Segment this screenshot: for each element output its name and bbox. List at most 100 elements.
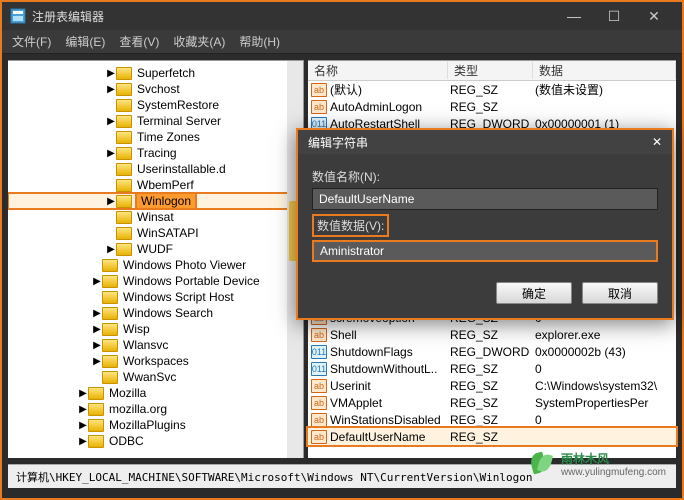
value-type-icon: ab xyxy=(311,379,327,393)
tree-item[interactable]: ▶Workspaces xyxy=(8,353,303,369)
tree-item[interactable]: ▶WUDF xyxy=(8,241,303,257)
folder-icon xyxy=(102,259,118,272)
value-data-input[interactable]: Aministrator xyxy=(312,240,658,262)
value-name: DefaultUserName xyxy=(330,430,450,444)
expand-arrow-icon[interactable]: ▶ xyxy=(78,420,88,431)
close-button[interactable]: ✕ xyxy=(634,2,674,30)
menu-edit[interactable]: 编辑(E) xyxy=(65,33,105,50)
value-data: 0x0000002b (43) xyxy=(535,345,676,359)
expand-arrow-icon[interactable]: ▶ xyxy=(92,308,102,319)
minimize-button[interactable]: — xyxy=(554,2,594,30)
menu-help[interactable]: 帮助(H) xyxy=(239,33,280,50)
tree-label: Windows Search xyxy=(121,306,215,320)
tree-item[interactable]: Time Zones xyxy=(8,129,303,145)
folder-icon xyxy=(88,403,104,416)
tree-item[interactable]: ▶ Windows Search xyxy=(8,305,303,321)
dialog-title-text: 编辑字符串 xyxy=(308,134,368,151)
tree-item[interactable]: ▶Superfetch xyxy=(8,65,303,81)
tree-item[interactable]: ▶ Windows Portable Device xyxy=(8,273,303,289)
tree-label: Windows Portable Device xyxy=(121,274,262,288)
value-type: REG_SZ xyxy=(450,362,535,376)
value-type: REG_SZ xyxy=(450,396,535,410)
col-type[interactable]: 类型 xyxy=(448,62,533,79)
tree-item[interactable]: WinSATAPI xyxy=(8,225,303,241)
tree-item[interactable]: ▶MozillaPlugins xyxy=(8,417,303,433)
list-row[interactable]: abShellREG_SZexplorer.exe xyxy=(308,326,676,343)
expand-arrow-icon[interactable]: ▶ xyxy=(92,356,102,367)
list-row[interactable]: 011ShutdownFlagsREG_DWORD0x0000002b (43) xyxy=(308,343,676,360)
tree-item[interactable]: ▶Winlogon xyxy=(8,193,303,209)
value-type-icon: ab xyxy=(311,396,327,410)
menubar: 文件(F) 编辑(E) 查看(V) 收藏夹(A) 帮助(H) xyxy=(2,30,682,54)
expand-arrow-icon[interactable]: ▶ xyxy=(78,436,88,447)
menu-view[interactable]: 查看(V) xyxy=(119,33,159,50)
tree-item[interactable]: Windows Photo Viewer xyxy=(8,257,303,273)
expand-arrow-icon[interactable]: ▶ xyxy=(92,276,102,287)
value-type-icon: 011 xyxy=(311,345,327,359)
expand-arrow-icon[interactable]: ▶ xyxy=(92,324,102,335)
menu-favorites[interactable]: 收藏夹(A) xyxy=(173,33,225,50)
menu-file[interactable]: 文件(F) xyxy=(12,33,51,50)
tree-item[interactable]: ▶Tracing xyxy=(8,145,303,161)
list-row[interactable]: abDefaultUserNameREG_SZ xyxy=(308,428,676,445)
value-type-icon: ab xyxy=(311,430,327,444)
value-type: REG_SZ xyxy=(450,430,535,444)
tree-item[interactable]: ▶Svchost xyxy=(8,81,303,97)
tree-label: SystemRestore xyxy=(135,98,221,112)
tree-item[interactable]: ▶Terminal Server xyxy=(8,113,303,129)
list-row[interactable]: 011ShutdownWithoutL..REG_SZ0 xyxy=(308,360,676,377)
list-row[interactable]: abWinStationsDisabledREG_SZ0 xyxy=(308,411,676,428)
folder-icon xyxy=(116,67,132,80)
tree-item[interactable]: ▶Mozilla xyxy=(8,385,303,401)
folder-icon xyxy=(116,131,132,144)
list-row[interactable]: abVMAppletREG_SZSystemPropertiesPer xyxy=(308,394,676,411)
ok-button[interactable]: 确定 xyxy=(496,282,572,304)
value-data: 0 xyxy=(535,413,676,427)
list-row[interactable]: abUserinitREG_SZC:\Windows\system32\ xyxy=(308,377,676,394)
app-icon xyxy=(10,8,26,24)
expand-arrow-icon[interactable]: ▶ xyxy=(106,244,116,255)
tree-item[interactable]: Windows Script Host xyxy=(8,289,303,305)
tree-item[interactable]: Winsat xyxy=(8,209,303,225)
value-type: REG_SZ xyxy=(450,100,535,114)
folder-icon xyxy=(116,147,132,160)
tree-item[interactable]: ▶Wlansvc xyxy=(8,337,303,353)
folder-icon xyxy=(102,371,118,384)
folder-icon xyxy=(102,355,118,368)
tree-label: Windows Script Host xyxy=(121,290,236,304)
value-type: REG_SZ xyxy=(450,328,535,342)
folder-icon xyxy=(88,387,104,400)
list-row[interactable]: ab(默认)REG_SZ(数值未设置) xyxy=(308,81,676,98)
list-header: 名称 类型 数据 xyxy=(308,61,676,81)
folder-icon xyxy=(116,99,132,112)
expand-arrow-icon[interactable]: ▶ xyxy=(106,84,116,95)
dialog-close-icon[interactable]: ✕ xyxy=(652,135,662,149)
expand-arrow-icon[interactable]: ▶ xyxy=(106,148,116,159)
tree-item[interactable]: SystemRestore xyxy=(8,97,303,113)
folder-icon xyxy=(116,227,132,240)
cancel-button[interactable]: 取消 xyxy=(582,282,658,304)
expand-arrow-icon[interactable]: ▶ xyxy=(106,196,116,207)
folder-icon xyxy=(102,275,118,288)
tree-item[interactable]: ▶Wisp xyxy=(8,321,303,337)
expand-arrow-icon[interactable]: ▶ xyxy=(78,404,88,415)
tree-item[interactable]: ▶ODBC xyxy=(8,433,303,449)
leaf-icon xyxy=(529,451,555,477)
list-row[interactable]: abAutoAdminLogonREG_SZ xyxy=(308,98,676,115)
value-data-label: 数值数据(V): xyxy=(312,214,389,237)
expand-arrow-icon[interactable]: ▶ xyxy=(78,388,88,399)
expand-arrow-icon[interactable]: ▶ xyxy=(106,116,116,127)
col-data[interactable]: 数据 xyxy=(533,62,676,79)
tree-item[interactable]: WbemPerf xyxy=(8,177,303,193)
expand-arrow-icon[interactable]: ▶ xyxy=(106,68,116,79)
tree-item[interactable]: Userinstallable.d xyxy=(8,161,303,177)
folder-icon xyxy=(88,419,104,432)
col-name[interactable]: 名称 xyxy=(308,62,448,79)
value-data: C:\Windows\system32\ xyxy=(535,379,676,393)
titlebar: 注册表编辑器 — ☐ ✕ xyxy=(2,2,682,30)
maximize-button[interactable]: ☐ xyxy=(594,2,634,30)
tree-item[interactable]: WwanSvc xyxy=(8,369,303,385)
tree-item[interactable]: ▶mozilla.org xyxy=(8,401,303,417)
expand-arrow-icon[interactable]: ▶ xyxy=(92,340,102,351)
watermark-brand: 雨林木风 xyxy=(561,452,609,466)
